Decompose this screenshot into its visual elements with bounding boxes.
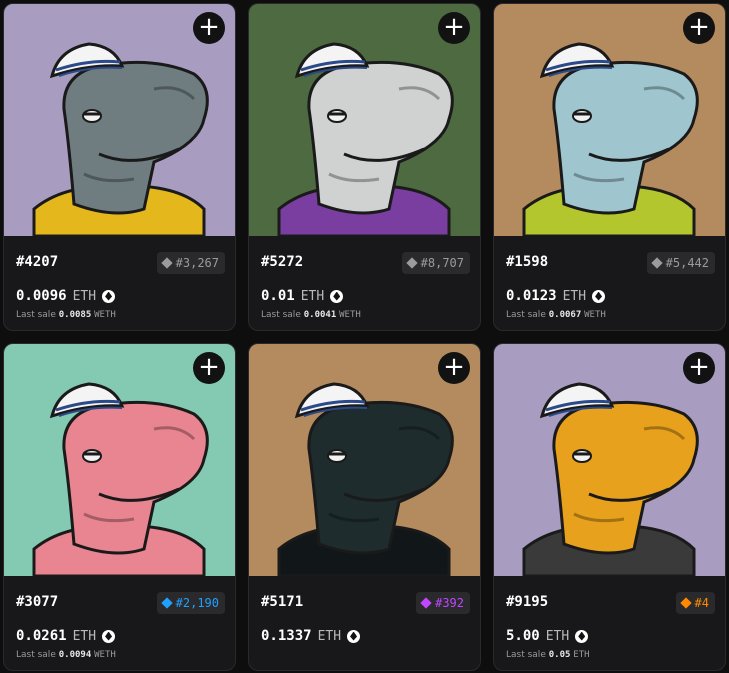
last-sale: Last sale 0.05 ETH (506, 650, 590, 660)
add-to-cart-button[interactable]: + (193, 352, 225, 384)
card-info: #4207 #3,267 0.0096 ETH Last sale 0.0085… (4, 236, 235, 330)
price-value: 0.1337 (261, 628, 312, 644)
add-to-cart-button[interactable]: + (193, 12, 225, 44)
price-unit: ETH (72, 628, 97, 644)
token-name[interactable]: #1598 (506, 254, 548, 270)
price-row: 5.00 ETH (506, 628, 589, 644)
price-value: 0.0261 (16, 628, 67, 644)
rarity-rank: #392 (435, 596, 464, 610)
plus-icon: + (198, 352, 220, 382)
nft-card[interactable]: + #5171 #392 0.1337 ETH (248, 343, 481, 671)
nft-card[interactable]: + #4207 #3,267 0.0096 ETH Last sale 0.00… (3, 3, 236, 331)
add-to-cart-button[interactable]: + (683, 352, 715, 384)
last-sale-value: 0.0067 (548, 310, 582, 320)
price-row: 0.01 ETH (261, 288, 344, 304)
nft-card[interactable]: + #5272 #8,707 0.01 ETH Last sale 0.0041… (248, 3, 481, 331)
ethereum-icon (102, 629, 116, 643)
rarity-rank-badge: #8,707 (401, 252, 470, 274)
rarity-rank-badge: #2,190 (156, 592, 225, 614)
nft-grid: + #4207 #3,267 0.0096 ETH Last sale 0.00… (0, 0, 729, 673)
last-sale-label: Last sale (506, 650, 546, 660)
nft-card[interactable]: + #9195 #4 5.00 ETH Last sale 0.05 ETH (493, 343, 726, 671)
add-to-cart-button[interactable]: + (438, 12, 470, 44)
rarity-rank: #3,267 (175, 256, 219, 270)
last-sale-unit: ETH (573, 650, 590, 660)
token-name[interactable]: #5272 (261, 254, 303, 270)
last-sale-unit: WETH (94, 650, 116, 660)
price-value: 0.0123 (506, 288, 557, 304)
last-sale-unit: WETH (584, 310, 606, 320)
last-sale: Last sale 0.0067 WETH (506, 310, 606, 320)
last-sale-label: Last sale (506, 310, 546, 320)
rarity-rank-badge: #392 (416, 592, 470, 614)
card-info: #1598 #5,442 0.0123 ETH Last sale 0.0067… (494, 236, 725, 330)
token-name[interactable]: #9195 (506, 594, 548, 610)
price-unit: ETH (545, 628, 570, 644)
token-name[interactable]: #3077 (16, 594, 58, 610)
last-sale-value: 0.0041 (303, 310, 337, 320)
price-unit: ETH (300, 288, 325, 304)
plus-icon: + (688, 12, 710, 42)
plus-icon: + (443, 352, 465, 382)
nft-card[interactable]: + #1598 #5,442 0.0123 ETH Last sale 0.00… (493, 3, 726, 331)
ethereum-icon (592, 289, 606, 303)
price-row: 0.1337 ETH (261, 628, 361, 644)
price-unit: ETH (562, 288, 587, 304)
plus-icon: + (688, 352, 710, 382)
add-to-cart-button[interactable]: + (438, 352, 470, 384)
last-sale-label: Last sale (16, 310, 56, 320)
token-name[interactable]: #4207 (16, 254, 58, 270)
price-value: 0.01 (261, 288, 295, 304)
diamond-icon (160, 597, 173, 609)
last-sale-unit: WETH (94, 310, 116, 320)
card-info: #5171 #392 0.1337 ETH (249, 576, 480, 670)
last-sale-label: Last sale (16, 650, 56, 660)
price-row: 0.0261 ETH (16, 628, 116, 644)
price-row: 0.0123 ETH (506, 288, 606, 304)
ethereum-icon (102, 289, 116, 303)
rarity-rank: #5,442 (665, 256, 709, 270)
rarity-rank-badge: #5,442 (646, 252, 715, 274)
ethereum-icon (330, 289, 344, 303)
price-value: 0.0096 (16, 288, 67, 304)
rarity-rank-badge: #4 (675, 592, 715, 614)
price-unit: ETH (317, 628, 342, 644)
price-row: 0.0096 ETH (16, 288, 116, 304)
last-sale-value: 0.0085 (58, 310, 92, 320)
card-info: #3077 #2,190 0.0261 ETH Last sale 0.0094… (4, 576, 235, 670)
last-sale: Last sale 0.0094 WETH (16, 650, 116, 660)
last-sale-unit: WETH (339, 310, 361, 320)
rarity-rank: #2,190 (175, 596, 219, 610)
price-value: 5.00 (506, 628, 540, 644)
rarity-rank-badge: #3,267 (156, 252, 225, 274)
last-sale: Last sale 0.0041 WETH (261, 310, 361, 320)
nft-card[interactable]: + #3077 #2,190 0.0261 ETH Last sale 0.00… (3, 343, 236, 671)
diamond-icon (650, 257, 663, 269)
ethereum-icon (575, 629, 589, 643)
rarity-rank: #4 (694, 596, 709, 610)
rarity-rank: #8,707 (420, 256, 464, 270)
token-name[interactable]: #5171 (261, 594, 303, 610)
ethereum-icon (347, 629, 361, 643)
add-to-cart-button[interactable]: + (683, 12, 715, 44)
card-info: #9195 #4 5.00 ETH Last sale 0.05 ETH (494, 576, 725, 670)
card-info: #5272 #8,707 0.01 ETH Last sale 0.0041 W… (249, 236, 480, 330)
plus-icon: + (198, 12, 220, 42)
last-sale: Last sale 0.0085 WETH (16, 310, 116, 320)
last-sale-label: Last sale (261, 310, 301, 320)
last-sale-value: 0.0094 (58, 650, 92, 660)
price-unit: ETH (72, 288, 97, 304)
diamond-icon (160, 257, 173, 269)
plus-icon: + (443, 12, 465, 42)
last-sale-value: 0.05 (548, 650, 571, 660)
diamond-icon (679, 597, 692, 609)
diamond-icon (405, 257, 418, 269)
diamond-icon (420, 597, 432, 609)
